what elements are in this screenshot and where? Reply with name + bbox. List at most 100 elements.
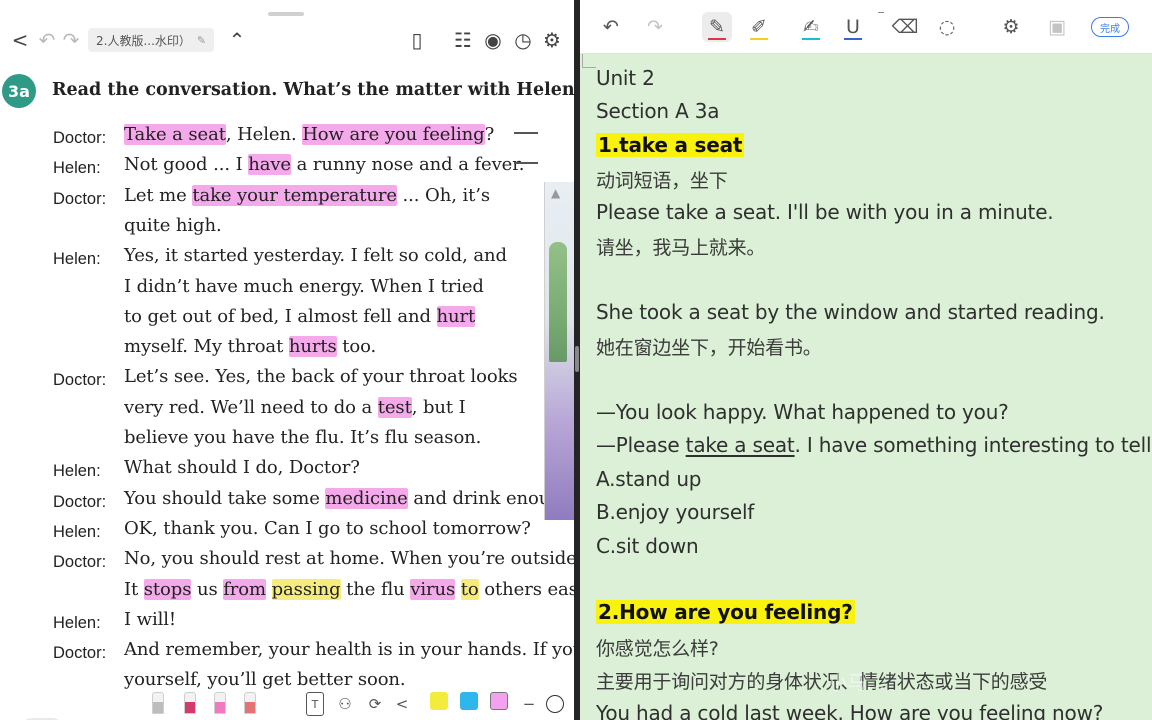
line-text: Take a seat, Helen. How are you feeling? — [124, 124, 494, 145]
text-segment: us — [191, 578, 224, 600]
stroke-thin-icon[interactable]: − — [522, 692, 536, 716]
lasso-icon[interactable]: ◌ — [932, 12, 962, 42]
highlighted-phrase: have — [248, 154, 291, 176]
highlighter-icon[interactable]: ✐ — [744, 12, 774, 42]
settings-icon[interactable]: ⚙ — [996, 12, 1026, 42]
speaker-label: Helen: — [53, 250, 101, 269]
highlighter-glyph: ✐ — [751, 16, 767, 38]
text-segment: Let me — [124, 184, 193, 206]
speaker-label: Doctor: — [53, 553, 107, 572]
line-text: I will! — [124, 609, 176, 630]
shapes-tool-icon[interactable]: ⚇ — [334, 692, 356, 716]
stroke-size-icon[interactable] — [546, 695, 564, 713]
notes-toolbar: ↶ ↷ ✎ ✐ ✍ U ⌫ ◌ ⚙ ▣ 完成 — [580, 0, 1152, 54]
exercise-instruction: Read the conversation. What’s the matter… — [52, 80, 574, 100]
note-line[interactable]: She took a seat by the window and starte… — [596, 300, 1105, 330]
text-segment: the flu — [340, 578, 411, 600]
conversation-line: to get out of bed, I almost fell and hur… — [0, 304, 574, 334]
note-line[interactable]: —Please take a seat. I have something in… — [596, 433, 1152, 463]
eraser-icon[interactable]: ⌫ — [890, 12, 920, 42]
textbook-pane: < ↶ ↷ 2.人教版...水印） ✎ ⌃ ▯ ☷ ◉ ◷ ⚙ 3a Read … — [0, 0, 574, 720]
pencil-tool[interactable] — [152, 692, 164, 714]
conversation-line: Doctor: And remember, your health is in y… — [0, 637, 574, 667]
underlined-phrase: take a seat — [685, 433, 795, 458]
line-text: It stops us from passing the flu virus t… — [124, 578, 574, 600]
window-drag-handle[interactable] — [268, 12, 304, 16]
note-line[interactable]: 请坐，我马上就来。 — [596, 233, 765, 263]
color-swatch-pink[interactable] — [490, 692, 508, 710]
pen-icon[interactable]: ✎ — [702, 12, 732, 42]
clock-icon[interactable]: ◷ — [512, 24, 534, 56]
marker-tool[interactable] — [214, 692, 226, 714]
save-icon[interactable]: ▣ — [1042, 12, 1072, 42]
note-line[interactable]: 主要用于询问对方的身体状况、情绪状态或当下的感受 — [596, 667, 1047, 697]
outline-icon[interactable]: ☷ — [452, 24, 474, 56]
conversation-line: Helen: Yes, it started yesterday. I felt … — [0, 243, 574, 273]
highlighter-tool[interactable] — [244, 692, 256, 714]
conversation-line: Helen: What should I do, Doctor? — [0, 455, 574, 485]
underline-glyph: U — [846, 16, 860, 38]
chevron-up-icon[interactable]: ⌃ — [226, 24, 248, 56]
line-text: believe you have the flu. It’s flu seaso… — [124, 427, 481, 448]
underline-icon[interactable]: U — [838, 12, 868, 42]
highlighter-color-bar — [750, 38, 768, 40]
text-tool-icon[interactable]: T — [306, 692, 324, 716]
color-swatch-yellow[interactable] — [430, 692, 448, 710]
undo-icon[interactable]: ↶ — [36, 24, 58, 56]
note-line[interactable]: —You look happy. What happened to you? — [596, 400, 1009, 430]
speaker-label: Doctor: — [53, 189, 107, 208]
note-line[interactable]: C.sit down — [596, 534, 699, 564]
camera-icon[interactable]: ◉ — [482, 24, 504, 56]
page-icon[interactable]: ▯ — [406, 24, 428, 56]
line-text: No, you should rest at home. When you’re… — [124, 548, 574, 569]
note-line[interactable]: 2.How are you feeling? — [596, 600, 855, 630]
divider-grip[interactable] — [575, 346, 579, 372]
highlighted-phrase: hurt — [436, 305, 476, 327]
note-line[interactable]: 她在窗边坐下，开始看书。 — [596, 333, 822, 363]
note-line[interactable]: Unit 2 — [596, 66, 655, 96]
line-text: OK, thank you. Can I go to school tomorr… — [124, 518, 531, 539]
settings-icon[interactable]: ⚙ — [541, 24, 563, 56]
note-line[interactable]: 1.take a seat — [596, 132, 745, 163]
line-text: to get out of bed, I almost fell and hur… — [124, 305, 476, 327]
text-highlight-icon[interactable]: ✍ — [796, 12, 826, 42]
note-line[interactable]: You had a cold last week. How are you fe… — [596, 701, 1103, 720]
note-line[interactable]: Please take a seat. I'll be with you in … — [596, 200, 1054, 230]
text-segment: Yes, it started yesterday. I felt so col… — [124, 245, 507, 267]
highlighted-phrase: stops — [143, 578, 192, 600]
speaker-label: Helen: — [53, 159, 101, 178]
text-segment: It — [124, 578, 144, 600]
document-title-chip[interactable]: 2.人教版...水印） ✎ — [88, 28, 215, 52]
note-line[interactable]: B.enjoy yourself — [596, 500, 754, 530]
scroll-up-icon[interactable]: ▲ — [551, 186, 560, 200]
rename-icon[interactable]: ✎ — [197, 34, 206, 47]
pen-tool[interactable] — [184, 692, 196, 714]
lasso-tool-icon[interactable]: ⟳ — [364, 692, 386, 716]
text-highlight-glyph: ✍ — [803, 16, 819, 38]
text-segment: No, you should rest at home. When you’re… — [124, 548, 574, 570]
watermark: 小马… — [828, 672, 886, 694]
highlighted-phrase: take your temperature — [192, 184, 397, 206]
textbook-toolbar: < ↶ ↷ 2.人教版...水印） ✎ ⌃ ▯ ☷ ◉ ◷ ⚙ — [0, 24, 574, 58]
text-segment: You should take some — [124, 487, 326, 509]
redo-icon[interactable]: ↷ — [642, 12, 668, 42]
note-line[interactable]: A.stand up — [596, 467, 702, 497]
note-line[interactable]: Section A 3a — [596, 99, 719, 129]
note-heading: 2.How are you feeling? — [596, 600, 855, 625]
text-segment: to get out of bed, I almost fell and — [124, 305, 437, 327]
text-segment: Let’s see. Yes, the back of your throat … — [124, 366, 518, 388]
conversation-line: Doctor: Take a seat, Helen. How are you f… — [0, 122, 574, 152]
done-button[interactable]: 完成 — [1091, 17, 1129, 37]
color-swatch-blue[interactable] — [460, 692, 478, 710]
note-line[interactable]: 动词短语，坐下 — [596, 166, 728, 196]
note-line[interactable]: 你感觉怎么样? — [596, 634, 719, 664]
highlighted-phrase: from — [223, 578, 266, 600]
highlighted-phrase: How are you feeling — [302, 124, 485, 145]
undo-icon[interactable]: ↶ — [598, 12, 624, 42]
redo-icon[interactable]: ↷ — [60, 24, 82, 56]
conversation-line: Doctor: You should take some medicine and… — [0, 486, 574, 516]
conversation-line: Doctor: No, you should rest at home. When… — [0, 546, 574, 576]
margin-mark — [514, 162, 538, 164]
collapse-tools-icon[interactable]: < — [394, 692, 410, 716]
back-icon[interactable]: < — [10, 24, 30, 56]
